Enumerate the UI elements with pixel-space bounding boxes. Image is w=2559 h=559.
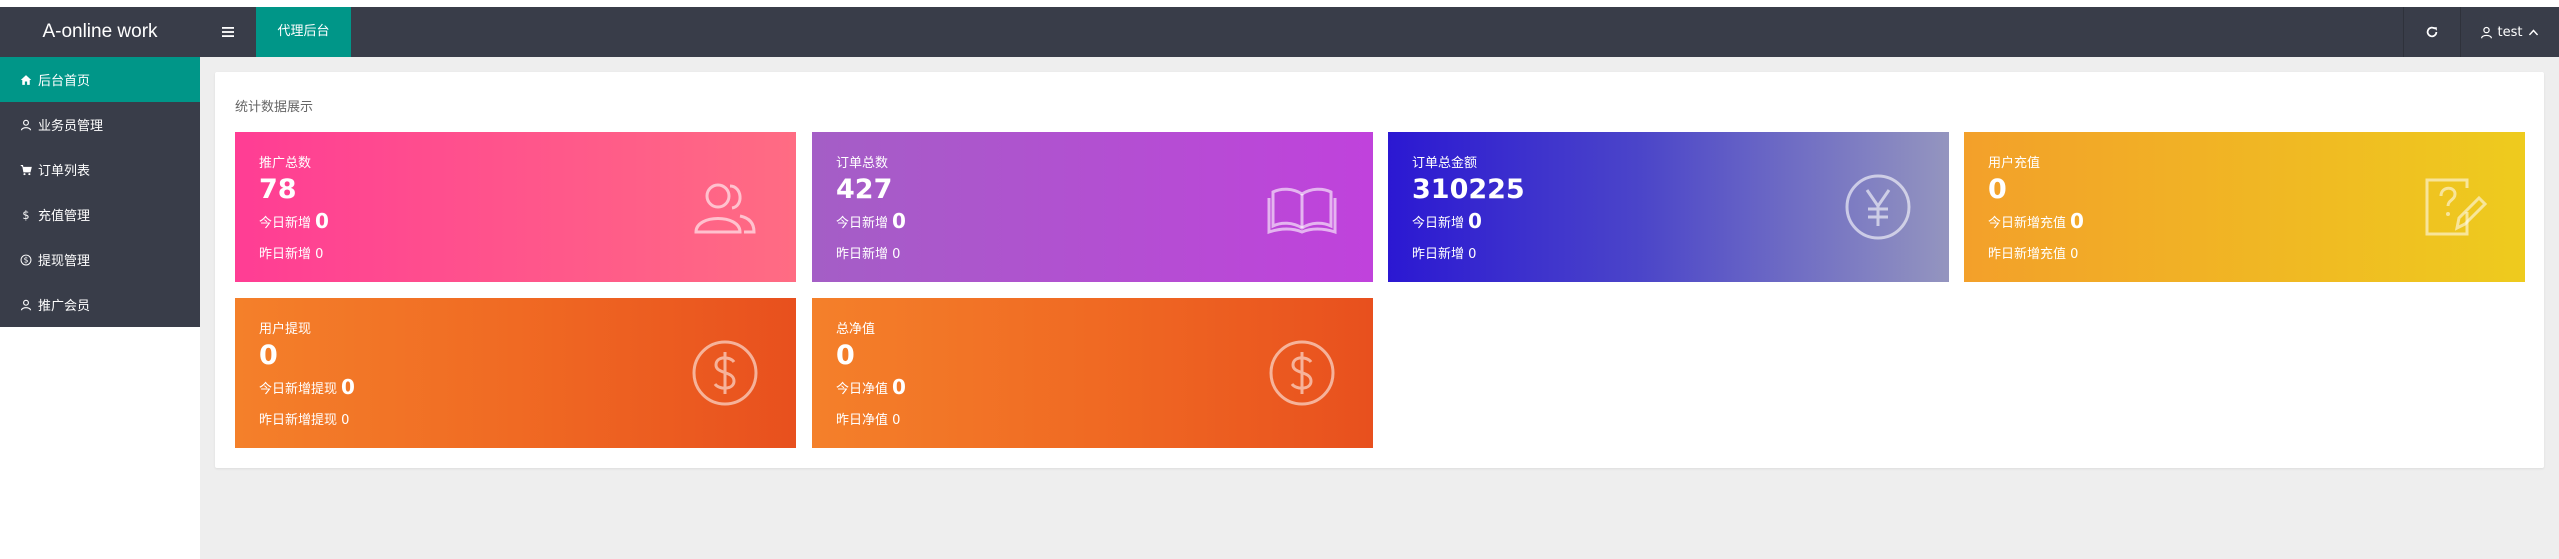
card-value: 0 [259, 340, 278, 371]
card-yesterday: 昨日新增提现 0 [259, 413, 350, 428]
edit-icon [2425, 178, 2488, 236]
panel-title: 统计数据展示 [235, 100, 314, 115]
users-icon [694, 183, 756, 234]
card-today: 今日新增 0 [1412, 209, 1482, 233]
hamburger-icon [221, 27, 234, 37]
sidebar-item-orders[interactable]: 订单列表 [0, 147, 200, 192]
yen-icon [1845, 174, 1911, 240]
sidebar-item-label: 提现管理 [38, 254, 91, 269]
sidebar-item-label: 后台首页 [38, 74, 91, 89]
dollar-circle-icon [1269, 340, 1335, 406]
stat-card-user-withdraw[interactable]: 用户提现 0 今日新增提现 0 昨日新增提现 0 [235, 298, 796, 448]
stat-card-promotions[interactable]: 推广总数 78 今日新增 0 昨日新增 0 [235, 132, 796, 282]
user-icon [2480, 26, 2492, 38]
sidebar-item-label: 订单列表 [38, 164, 91, 179]
dollar-icon: $ [22, 209, 29, 221]
card-today: 今日新增 0 [259, 209, 329, 233]
sidebar-item-salesman[interactable]: 业务员管理 [0, 102, 200, 147]
card-value: 310225 [1412, 174, 1525, 205]
sidebar-item-promoted-members[interactable]: 推广会员 [0, 282, 200, 327]
card-today: 今日新增提现 0 [259, 375, 355, 399]
chevron-up-icon [2529, 28, 2539, 35]
card-yesterday: 昨日新增 0 [1412, 247, 1477, 262]
user-name: test [2497, 24, 2523, 40]
sidebar-item-recharge[interactable]: $ 充值管理 [0, 192, 200, 237]
cart-icon [20, 164, 32, 175]
user-menu[interactable]: test [2460, 7, 2559, 57]
refresh-icon [2426, 26, 2437, 38]
card-value: 0 [1988, 174, 2007, 205]
sidebar-item-label: 业务员管理 [38, 119, 104, 134]
stat-card-order-amount[interactable]: 订单总金额 310225 今日新增 0 昨日新增 0 [1388, 132, 1949, 282]
home-icon [20, 74, 32, 85]
user-icon [20, 299, 32, 310]
menu-toggle-button[interactable] [200, 7, 255, 57]
card-title: 总净值 [836, 322, 876, 337]
sidebar-item-label: 充值管理 [38, 209, 91, 224]
card-yesterday: 昨日新增 0 [836, 247, 901, 262]
card-today: 今日净值 0 [836, 375, 906, 399]
card-title: 推广总数 [259, 156, 312, 171]
stat-card-total-net[interactable]: 总净值 0 今日净值 0 昨日净值 0 [812, 298, 1373, 448]
card-title: 用户充值 [1988, 156, 2041, 171]
card-yesterday: 昨日新增充值 0 [1988, 247, 2079, 262]
card-title: 订单总金额 [1412, 156, 1478, 171]
top-header: A-online work 代理后台 test [0, 7, 2559, 57]
coin-icon: $ [20, 254, 32, 265]
dollar-circle-icon [692, 340, 758, 406]
svg-text:$: $ [24, 255, 29, 264]
stat-card-orders[interactable]: 订单总数 427 今日新增 0 昨日新增 0 [812, 132, 1373, 282]
card-title: 订单总数 [836, 156, 889, 171]
card-title: 用户提现 [259, 322, 312, 337]
sidebar-item-label: 推广会员 [38, 299, 91, 314]
sidebar-item-withdraw[interactable]: $ 提现管理 [0, 237, 200, 282]
stat-card-user-recharge[interactable]: 用户充值 0 今日新增充值 0 昨日新增充值 0 [1964, 132, 2525, 282]
user-icon [20, 119, 32, 130]
card-yesterday: 昨日净值 0 [836, 413, 901, 428]
card-value: 427 [836, 174, 893, 205]
card-value: 0 [836, 340, 855, 371]
card-today: 今日新增充值 0 [1988, 209, 2084, 233]
tab-agent-backend[interactable]: 代理后台 [256, 7, 351, 57]
refresh-button[interactable] [2403, 7, 2459, 57]
sidebar-item-home[interactable]: 后台首页 [0, 57, 200, 102]
card-value: 78 [259, 174, 297, 205]
book-icon [1267, 187, 1337, 235]
sidebar: 后台首页 业务员管理 订单列表 $ 充值管理 $ 提现管理 推广会员 [0, 57, 200, 327]
card-yesterday: 昨日新增 0 [259, 247, 324, 262]
svg-text:$: $ [22, 209, 29, 221]
app-logo[interactable]: A-online work [0, 7, 200, 57]
card-today: 今日新增 0 [836, 209, 906, 233]
